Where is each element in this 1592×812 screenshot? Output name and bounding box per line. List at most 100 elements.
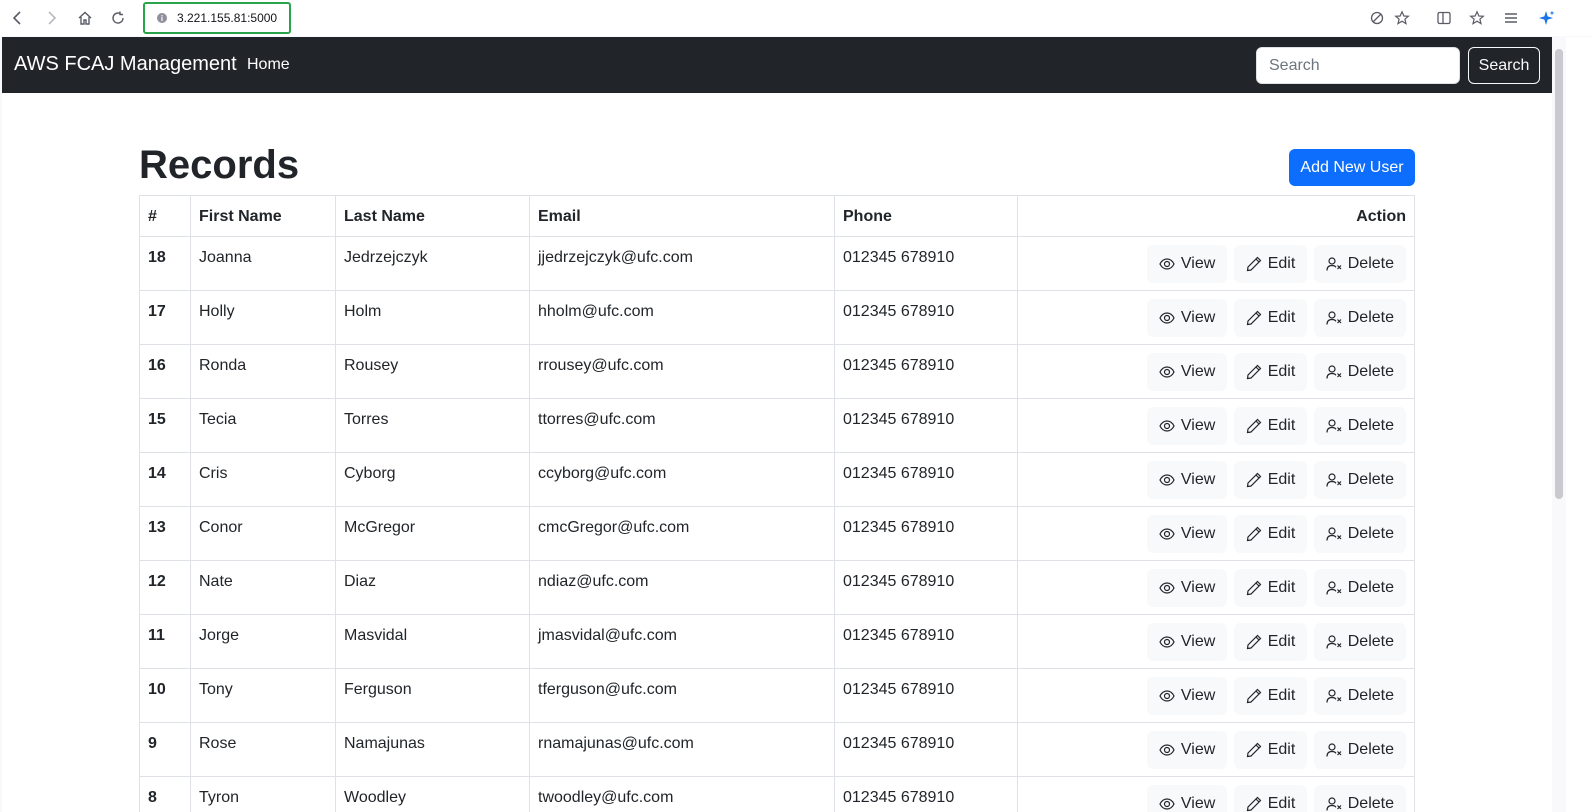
view-button[interactable]: View	[1146, 569, 1228, 607]
delete-button[interactable]: Delete	[1313, 623, 1406, 661]
edit-label: Edit	[1267, 741, 1296, 758]
delete-button[interactable]: Delete	[1313, 353, 1406, 391]
records-table: # First Name Last Name Email Phone Actio…	[139, 195, 1415, 812]
view-label: View	[1180, 417, 1216, 434]
home-icon[interactable]	[74, 7, 96, 29]
view-button[interactable]: View	[1146, 731, 1228, 769]
forward-icon[interactable]	[40, 7, 62, 29]
navbar-brand[interactable]: AWS FCAJ Management	[14, 53, 237, 76]
edit-label: Edit	[1267, 525, 1296, 542]
delete-button[interactable]: Delete	[1313, 299, 1406, 337]
header-phone: Phone	[834, 195, 1018, 237]
cell-email: ccyborg@ufc.com	[529, 452, 835, 507]
view-label: View	[1180, 741, 1216, 758]
back-icon[interactable]	[7, 7, 29, 29]
browser-gutter	[1566, 37, 1592, 812]
search-input[interactable]	[1256, 47, 1460, 84]
edit-button[interactable]: Edit	[1233, 407, 1308, 445]
view-button[interactable]: View	[1146, 353, 1228, 391]
table-row: 17 Holly Holm hholm@ufc.com 012345 67891…	[139, 290, 1415, 345]
eye-icon	[1159, 258, 1175, 270]
edit-button[interactable]: Edit	[1233, 785, 1308, 812]
cell-email: jjedrzejczyk@ufc.com	[529, 236, 835, 291]
cell-phone: 012345 678910	[834, 776, 1018, 812]
cell-phone: 012345 678910	[834, 452, 1018, 507]
edit-button[interactable]: Edit	[1233, 461, 1308, 499]
delete-button[interactable]: Delete	[1313, 515, 1406, 553]
cell-first-name: Jorge	[190, 614, 336, 669]
edit-button[interactable]: Edit	[1233, 731, 1308, 769]
bookmark-star-icon[interactable]	[1391, 7, 1413, 29]
sidebar-icon[interactable]	[1433, 7, 1455, 29]
pencil-icon	[1246, 580, 1262, 596]
cell-actions: View Edit Delete	[1017, 668, 1415, 723]
pencil-icon	[1246, 472, 1262, 488]
table-row: 11 Jorge Masvidal jmasvidal@ufc.com 0123…	[139, 614, 1415, 669]
table-row: 9 Rose Namajunas rnamajunas@ufc.com 0123…	[139, 722, 1415, 777]
pencil-icon	[1246, 796, 1262, 812]
edit-button[interactable]: Edit	[1233, 677, 1308, 715]
view-button[interactable]: View	[1146, 785, 1228, 812]
edit-button[interactable]: Edit	[1233, 569, 1308, 607]
site-info-icon[interactable]: i	[157, 13, 167, 23]
view-button[interactable]: View	[1146, 461, 1228, 499]
nav-link-home[interactable]: Home	[247, 56, 290, 74]
menu-icon[interactable]	[1500, 7, 1522, 29]
delete-button[interactable]: Delete	[1313, 677, 1406, 715]
pencil-icon	[1246, 526, 1262, 542]
cell-id: 14	[139, 452, 191, 507]
person-remove-icon	[1326, 797, 1342, 811]
cell-first-name: Tecia	[190, 398, 336, 453]
delete-label: Delete	[1347, 309, 1394, 326]
view-label: View	[1180, 309, 1216, 326]
view-button[interactable]: View	[1146, 623, 1228, 661]
search-button[interactable]: Search	[1468, 47, 1540, 84]
delete-label: Delete	[1347, 417, 1394, 434]
bookmarks-icon[interactable]	[1466, 7, 1488, 29]
edit-button[interactable]: Edit	[1233, 299, 1308, 337]
person-remove-icon	[1326, 527, 1342, 541]
view-button[interactable]: View	[1146, 407, 1228, 445]
page-scrollbar[interactable]	[1552, 37, 1566, 812]
cell-phone: 012345 678910	[834, 236, 1018, 291]
browser-toolbar: i 3.221.155.81:5000	[0, 0, 1592, 36]
delete-button[interactable]: Delete	[1313, 731, 1406, 769]
cell-first-name: Cris	[190, 452, 336, 507]
delete-button[interactable]: Delete	[1313, 407, 1406, 445]
cell-phone: 012345 678910	[834, 398, 1018, 453]
url-bar[interactable]: i 3.221.155.81:5000	[143, 2, 291, 34]
add-new-user-button[interactable]: Add New User	[1289, 149, 1415, 186]
table-row: 14 Cris Cyborg ccyborg@ufc.com 012345 67…	[139, 452, 1415, 507]
view-button[interactable]: View	[1146, 245, 1228, 283]
person-remove-icon	[1326, 257, 1342, 271]
person-remove-icon	[1326, 365, 1342, 379]
pencil-icon	[1246, 310, 1262, 326]
delete-button[interactable]: Delete	[1313, 785, 1406, 812]
reload-icon[interactable]	[107, 7, 129, 29]
cell-email: ndiaz@ufc.com	[529, 560, 835, 615]
view-label: View	[1180, 525, 1216, 542]
edit-button[interactable]: Edit	[1233, 245, 1308, 283]
edit-button[interactable]: Edit	[1233, 515, 1308, 553]
edit-button[interactable]: Edit	[1233, 623, 1308, 661]
table-row: 15 Tecia Torres ttorres@ufc.com 012345 6…	[139, 398, 1415, 453]
edit-button[interactable]: Edit	[1233, 353, 1308, 391]
delete-button[interactable]: Delete	[1313, 245, 1406, 283]
ai-sparkle-icon[interactable]	[1536, 7, 1558, 29]
pencil-icon	[1246, 256, 1262, 272]
delete-button[interactable]: Delete	[1313, 461, 1406, 499]
view-button[interactable]: View	[1146, 677, 1228, 715]
view-label: View	[1180, 471, 1216, 488]
cell-id: 11	[139, 614, 191, 669]
cell-phone: 012345 678910	[834, 614, 1018, 669]
view-label: View	[1180, 363, 1216, 380]
table-row: 13 Conor McGregor cmcGregor@ufc.com 0123…	[139, 506, 1415, 561]
delete-button[interactable]: Delete	[1313, 569, 1406, 607]
view-label: View	[1180, 255, 1216, 272]
pencil-icon	[1246, 742, 1262, 758]
tracking-protection-icon[interactable]	[1366, 7, 1388, 29]
scrollbar-thumb[interactable]	[1555, 49, 1563, 499]
view-button[interactable]: View	[1146, 515, 1228, 553]
view-label: View	[1180, 795, 1216, 812]
view-button[interactable]: View	[1146, 299, 1228, 337]
